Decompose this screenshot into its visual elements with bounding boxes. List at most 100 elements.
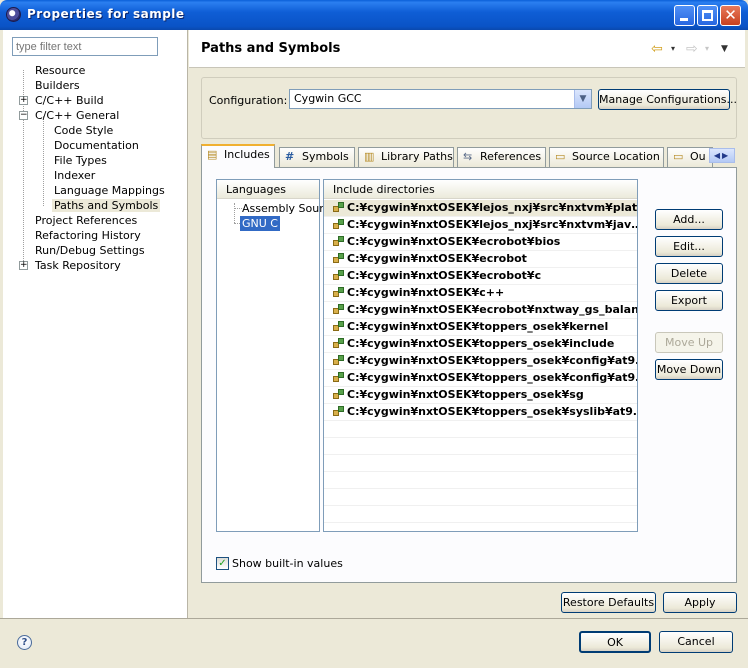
include-row[interactable]: C:¥cygwin¥nxtOSEK¥ecrobot <box>324 251 637 268</box>
tree-item-code-style[interactable]: Code Style <box>52 123 115 138</box>
restore-defaults-button[interactable]: Restore Defaults <box>561 592 656 613</box>
include-folder-icon <box>333 219 344 229</box>
include-directories-table[interactable]: Include directories C:¥cygwin¥nxtOSEK¥le… <box>323 179 638 532</box>
languages-header: Languages <box>217 180 319 199</box>
tree-item-documentation[interactable]: Documentation <box>52 138 141 153</box>
include-row[interactable]: C:¥cygwin¥nxtOSEK¥lejos_nxj¥src¥nxtvm¥pl… <box>324 200 637 217</box>
include-folder-icon <box>333 355 344 365</box>
tree-item-cpp-build[interactable]: C/C++ Build <box>33 93 106 108</box>
expand-plus-icon[interactable]: + <box>19 96 28 105</box>
tree-item-resource[interactable]: Resource <box>33 63 87 78</box>
view-menu-icon[interactable]: ▼ <box>721 44 728 54</box>
include-row[interactable]: C:¥cygwin¥nxtOSEK¥toppers_osek¥sg <box>324 387 637 404</box>
configuration-select[interactable]: Cygwin GCC ▼ <box>289 89 592 109</box>
tree-item-refactoring-history[interactable]: Refactoring History <box>33 228 143 243</box>
include-row[interactable]: C:¥cygwin¥nxtOSEK¥toppers_osek¥kernel <box>324 319 637 336</box>
configuration-group: Configuration: Cygwin GCC ▼ Manage Confi… <box>201 77 737 139</box>
manage-configurations-button[interactable]: Manage Configurations... <box>598 89 737 110</box>
delete-button[interactable]: Delete <box>655 263 723 284</box>
empty-row <box>324 421 637 438</box>
tree-item-language-mappings[interactable]: Language Mappings <box>52 183 167 198</box>
page-title: Paths and Symbols <box>201 41 341 56</box>
close-button[interactable]: ✕ <box>720 5 741 26</box>
apply-button[interactable]: Apply <box>663 592 737 613</box>
configuration-value: Cygwin GCC <box>294 92 362 105</box>
include-row[interactable]: C:¥cygwin¥nxtOSEK¥ecrobot¥bios <box>324 234 637 251</box>
tree-item-paths-and-symbols[interactable]: Paths and Symbols <box>52 198 161 213</box>
cancel-button[interactable]: Cancel <box>659 631 733 653</box>
export-button[interactable]: Export <box>655 290 723 311</box>
tab-references[interactable]: ⇆ References <box>457 147 546 167</box>
tree-item-run-debug-settings[interactable]: Run/Debug Settings <box>33 243 147 258</box>
tab-scroll-arrows-icon[interactable]: ◀▶ <box>709 148 735 163</box>
forward-history-dropdown-icon[interactable]: ▾ <box>705 44 709 53</box>
tree-guide-line <box>234 203 235 223</box>
help-icon[interactable]: ? <box>17 635 32 650</box>
expand-plus-icon[interactable]: + <box>19 261 28 270</box>
tree-item-task-repository[interactable]: Task Repository <box>33 258 123 273</box>
include-row[interactable]: C:¥cygwin¥nxtOSEK¥toppers_osek¥syslib¥at… <box>324 404 637 421</box>
include-folder-icon <box>333 304 344 314</box>
include-folder-icon <box>333 389 344 399</box>
include-row[interactable]: C:¥cygwin¥nxtOSEK¥toppers_osek¥config¥at… <box>324 353 637 370</box>
include-folder-icon <box>333 270 344 280</box>
tab-library-paths[interactable]: ▥ Library Paths <box>358 147 454 167</box>
language-item-gnu-c[interactable]: GNU C <box>240 216 280 231</box>
edit-button[interactable]: Edit... <box>655 236 723 257</box>
tab-output-location[interactable]: ▭ Ou <box>667 147 713 167</box>
tab-includes[interactable]: ▤ Includes <box>201 144 275 168</box>
include-folder-icon <box>333 406 344 416</box>
symbols-icon: # <box>285 150 295 163</box>
include-row[interactable]: C:¥cygwin¥nxtOSEK¥ecrobot¥c <box>324 268 637 285</box>
empty-row <box>324 438 637 455</box>
collapse-minus-icon[interactable]: − <box>19 111 28 120</box>
tree-guide-line <box>43 116 44 206</box>
move-down-button[interactable]: Move Down <box>655 359 723 380</box>
include-row[interactable]: C:¥cygwin¥nxtOSEK¥c++ <box>324 285 637 302</box>
show-builtin-label[interactable]: Show built-in values <box>232 557 343 570</box>
empty-row <box>324 489 637 506</box>
folder-icon: ▭ <box>555 150 566 163</box>
references-icon: ⇆ <box>463 150 473 163</box>
tab-symbols[interactable]: # Symbols <box>279 147 355 167</box>
paths-and-symbols-page: Paths and Symbols ⇦ ▾ ⇨ ▾ ▼ Configuratio… <box>189 30 745 618</box>
add-button[interactable]: Add... <box>655 209 723 230</box>
include-folder-icon <box>333 253 344 263</box>
property-pages-panel: Resource Builders + C/C++ Build − C/C++ … <box>3 30 188 618</box>
back-history-dropdown-icon[interactable]: ▾ <box>671 44 675 53</box>
include-row[interactable]: C:¥cygwin¥nxtOSEK¥toppers_osek¥config¥at… <box>324 370 637 387</box>
tree-item-builders[interactable]: Builders <box>33 78 82 93</box>
close-icon: ✕ <box>724 6 737 24</box>
empty-row <box>324 506 637 523</box>
empty-row <box>324 455 637 472</box>
tree-item-project-references[interactable]: Project References <box>33 213 139 228</box>
ok-button[interactable]: OK <box>579 631 651 653</box>
include-row[interactable]: C:¥cygwin¥nxtOSEK¥ecrobot¥nxtway_gs_bala… <box>324 302 637 319</box>
tree-item-file-types[interactable]: File Types <box>52 153 109 168</box>
minimize-button[interactable] <box>674 5 695 26</box>
include-folder-icon <box>333 338 344 348</box>
include-row[interactable]: C:¥cygwin¥nxtOSEK¥toppers_osek¥include <box>324 336 637 353</box>
tree-item-indexer[interactable]: Indexer <box>52 168 97 183</box>
languages-list[interactable]: Languages Assembly Sour GNU C <box>216 179 324 532</box>
page-header: Paths and Symbols ⇦ ▾ ⇨ ▾ ▼ <box>189 30 745 68</box>
include-directories-header: Include directories <box>324 180 637 199</box>
back-arrow-icon[interactable]: ⇦ <box>651 41 663 57</box>
minimize-icon <box>680 18 688 21</box>
library-icon: ▥ <box>364 150 375 163</box>
eclipse-app-icon <box>6 7 21 22</box>
include-folder-icon <box>333 236 344 246</box>
language-item-assembly[interactable]: Assembly Sour <box>242 201 324 216</box>
tab-source-location[interactable]: ▭ Source Location <box>549 147 664 167</box>
tree-item-cpp-general[interactable]: C/C++ General <box>33 108 121 123</box>
maximize-button[interactable] <box>697 5 718 26</box>
include-row[interactable]: C:¥cygwin¥nxtOSEK¥lejos_nxj¥src¥nxtvm¥ja… <box>324 217 637 234</box>
forward-arrow-icon[interactable]: ⇨ <box>686 41 698 57</box>
includes-tab-panel: Languages Assembly Sour GNU C Include di… <box>201 167 737 583</box>
move-up-button[interactable]: Move Up <box>655 332 723 353</box>
show-builtin-checkbox[interactable]: ✓ <box>216 557 229 570</box>
include-folder-icon <box>333 372 344 382</box>
folder-icon: ▭ <box>673 150 684 163</box>
filter-input[interactable] <box>12 37 158 56</box>
chevron-down-icon[interactable]: ▼ <box>574 90 591 108</box>
